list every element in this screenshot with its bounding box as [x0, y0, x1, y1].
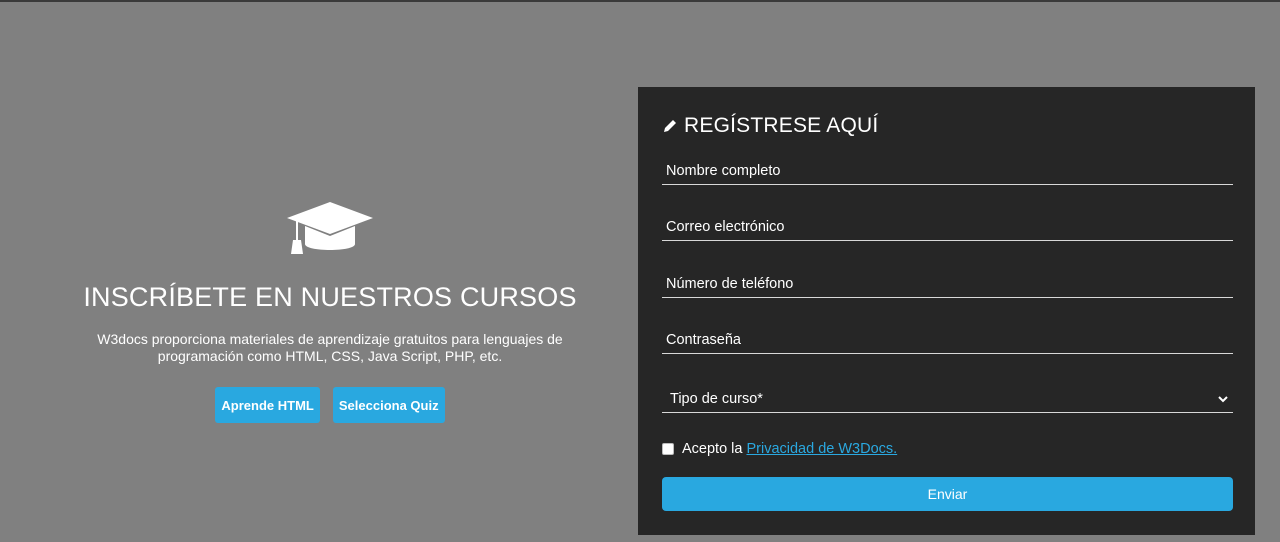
- full-name-field[interactable]: [662, 157, 1233, 185]
- email-field[interactable]: [662, 213, 1233, 241]
- promo-buttons: Aprende HTML Selecciona Quiz: [60, 387, 600, 423]
- course-type-select[interactable]: Tipo de curso*: [662, 383, 1233, 413]
- full-name-input[interactable]: [666, 163, 1233, 179]
- privacy-checkbox[interactable]: [662, 443, 674, 455]
- email-input[interactable]: [666, 219, 1233, 235]
- pencil-icon: [664, 120, 676, 132]
- learn-html-button[interactable]: Aprende HTML: [215, 387, 320, 423]
- privacy-link[interactable]: Privacidad de W3Docs.: [746, 441, 897, 457]
- promo-description: W3docs proporciona materiales de aprendi…: [97, 331, 563, 364]
- phone-field[interactable]: [662, 270, 1233, 298]
- password-input[interactable]: [666, 332, 1233, 348]
- privacy-consent: Acepto la Privacidad de W3Docs.: [662, 441, 897, 457]
- select-quiz-button[interactable]: Selecciona Quiz: [332, 387, 445, 423]
- phone-input[interactable]: [666, 276, 1233, 292]
- promo-title: INSCRÍBETE EN NUESTROS CURSOS: [83, 282, 577, 312]
- chevron-down-icon: [1218, 396, 1228, 403]
- privacy-text: Acepto la: [682, 441, 743, 457]
- password-field[interactable]: [662, 326, 1233, 354]
- registration-form: REGÍSTRESE AQUÍ Tipo de curso* Acepto la…: [638, 87, 1255, 535]
- course-type-value: Tipo de curso*: [670, 391, 763, 407]
- submit-button[interactable]: Enviar: [662, 477, 1233, 511]
- form-title-text: REGÍSTRESE AQUÍ: [684, 114, 879, 137]
- promo-section: INSCRÍBETE EN NUESTROS CURSOS W3docs pro…: [60, 200, 600, 423]
- top-border: [0, 0, 1280, 2]
- graduation-cap-icon: [287, 202, 373, 254]
- form-title: REGÍSTRESE AQUÍ: [662, 114, 878, 138]
